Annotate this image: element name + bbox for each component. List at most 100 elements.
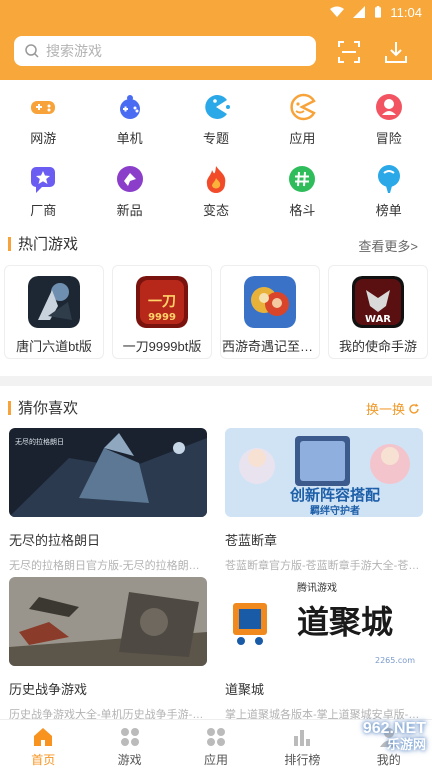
guess-section-title: 猜你喜欢 xyxy=(8,397,78,418)
hot-title-text: 热门游戏 xyxy=(18,236,79,253)
svg-text:WAR: WAR xyxy=(365,314,391,325)
hot-game-name: 西游奇遇记至尊版 xyxy=(222,339,318,354)
category-item-standalone[interactable]: 单机 xyxy=(86,88,172,152)
game-thumbnail xyxy=(244,276,296,328)
recommend-desc: 无尽的拉格朗日官方版-无尽的拉格朗日手游下载 xyxy=(9,560,207,572)
section-accent-bar xyxy=(8,236,11,251)
gamepad-icon xyxy=(28,92,58,122)
joystick-icon xyxy=(115,92,145,122)
category-grid: 网游 单机 专题 应用 冒险 厂商 新品 变态 格斗 榜单 xyxy=(0,88,432,224)
category-label: 榜单 xyxy=(375,203,402,218)
refresh-label: 换一换 xyxy=(365,402,405,417)
site-watermark: 962.NET 乐游网 xyxy=(363,721,426,753)
recommend-card[interactable]: 无尽的拉格朗日 无尽的拉格朗日 无尽的拉格朗日官方版-无尽的拉格朗日手游下载 xyxy=(9,428,207,573)
category-item-topic[interactable]: 专题 xyxy=(173,88,259,152)
hot-game-card[interactable]: WAR 我的使命手游 xyxy=(328,265,428,359)
game-banner xyxy=(9,577,207,666)
home-icon xyxy=(34,728,53,746)
canglan-slogan-2: 羁绊守护者 xyxy=(310,504,360,517)
grid-icon xyxy=(120,728,139,746)
hot-game-card[interactable]: 唐门六道bt版 xyxy=(4,265,104,359)
daojucheng-logo-text: 道聚城 xyxy=(297,603,393,641)
recommend-card[interactable]: 创新阵容搭配 羁绊守护者 苍蓝断章 苍蓝断章官方版-苍蓝断章手游大全-苍蓝断章下… xyxy=(225,428,423,573)
recommend-card[interactable]: 历史战争游戏 历史战争游戏大全-单机历史战争手游-历史战争游戏 xyxy=(9,577,207,722)
balloon-icon xyxy=(374,164,404,194)
category-item-fighting[interactable]: 格斗 xyxy=(259,160,345,224)
chat-star-icon xyxy=(28,164,58,194)
game-banner: 创新阵容搭配 羁绊守护者 xyxy=(225,428,423,517)
hot-games-list: 唐门六道bt版 一刀 9999 一刀9999bt版 西游奇遇记至尊版 WAR 我的… xyxy=(4,265,428,359)
game-thumbnail: 一刀 9999 xyxy=(136,276,188,328)
status-bar: 11:04 xyxy=(330,4,422,20)
category-label: 冒险 xyxy=(375,131,402,146)
tencent-games-text: 腾讯游戏 xyxy=(297,581,337,594)
flame-icon xyxy=(201,164,231,194)
search-input[interactable]: 搜索游戏 xyxy=(14,36,316,66)
face-icon xyxy=(287,92,317,122)
recommend-title: 苍蓝断章 xyxy=(225,533,278,548)
search-icon xyxy=(25,44,39,58)
tab-label: 应用 xyxy=(203,753,228,767)
watermark-line2: 乐游网 xyxy=(386,737,426,752)
category-label: 应用 xyxy=(289,131,316,146)
tab-label: 游戏 xyxy=(117,753,142,767)
hot-game-name: 一刀9999bt版 xyxy=(122,339,202,354)
watermark-line1: 962.NET xyxy=(362,720,426,737)
hot-game-name: 唐门六道bt版 xyxy=(16,339,92,354)
game-banner: 腾讯游戏 道聚城 2265.com xyxy=(225,577,423,666)
tab-home[interactable]: 首页 xyxy=(0,720,86,769)
site-watermark-text: 2265.com xyxy=(375,656,415,665)
status-time: 11:04 xyxy=(390,4,422,20)
category-item-ranking[interactable]: 榜单 xyxy=(346,160,432,224)
game-thumbnail: WAR xyxy=(352,276,404,328)
section-divider xyxy=(0,376,432,386)
category-label: 格斗 xyxy=(289,203,316,218)
svg-text:9999: 9999 xyxy=(148,312,176,323)
badge-icon xyxy=(115,164,145,194)
tab-label: 首页 xyxy=(31,753,56,767)
recommend-title: 历史战争游戏 xyxy=(9,682,88,697)
game-thumbnail xyxy=(28,276,80,328)
battery-icon xyxy=(375,6,382,18)
search-placeholder: 搜索游戏 xyxy=(46,43,102,59)
guess-title-text: 猜你喜欢 xyxy=(18,400,79,417)
category-label: 变态 xyxy=(202,203,229,218)
hot-game-card[interactable]: 一刀 9999 一刀9999bt版 xyxy=(112,265,212,359)
category-item-new[interactable]: 新品 xyxy=(86,160,172,224)
recommend-card[interactable]: 腾讯游戏 道聚城 2265.com 道聚城 掌上道聚城各版本-掌上道聚城安卓版-… xyxy=(225,577,423,722)
category-item-online[interactable]: 网游 xyxy=(0,88,86,152)
recommend-title: 道聚城 xyxy=(225,682,265,697)
hot-game-card[interactable]: 西游奇遇记至尊版 xyxy=(220,265,320,359)
top-header: 11:04 搜索游戏 xyxy=(0,0,432,80)
canglan-slogan-1: 创新阵容搭配 xyxy=(289,486,380,504)
view-more-link[interactable]: 查看更多> xyxy=(358,236,418,255)
category-label: 新品 xyxy=(116,203,143,218)
tab-ranking[interactable]: 排行榜 xyxy=(259,720,345,769)
hot-game-name: 我的使命手游 xyxy=(338,339,417,354)
pacman-icon xyxy=(201,92,231,122)
tab-label: 我的 xyxy=(376,753,401,767)
tab-label: 排行榜 xyxy=(284,753,321,767)
ranking-icon xyxy=(294,730,311,746)
section-accent-bar xyxy=(8,400,11,415)
scan-icon[interactable] xyxy=(337,40,361,64)
game-banner: 无尽的拉格朗日 xyxy=(9,428,207,517)
recommend-desc: 苍蓝断章官方版-苍蓝断章手游大全-苍蓝断章下载 xyxy=(225,560,423,572)
svg-text:一刀: 一刀 xyxy=(148,294,176,310)
category-label: 专题 xyxy=(202,131,229,146)
refresh-button[interactable]: 换一换 xyxy=(366,399,420,418)
adventure-icon xyxy=(374,92,404,122)
tab-games[interactable]: 游戏 xyxy=(86,720,172,769)
category-label: 网游 xyxy=(30,131,57,146)
wifi-icon xyxy=(330,6,345,17)
refresh-icon xyxy=(409,403,419,414)
download-icon[interactable] xyxy=(383,39,409,65)
category-item-apps[interactable]: 应用 xyxy=(259,88,345,152)
hash-icon xyxy=(287,164,317,194)
category-item-vendors[interactable]: 厂商 xyxy=(0,160,86,224)
hot-section-title: 热门游戏 xyxy=(8,233,78,254)
apps-icon xyxy=(206,728,225,746)
tab-apps[interactable]: 应用 xyxy=(173,720,259,769)
category-item-adventure[interactable]: 冒险 xyxy=(346,88,432,152)
category-item-bt[interactable]: 变态 xyxy=(173,160,259,224)
